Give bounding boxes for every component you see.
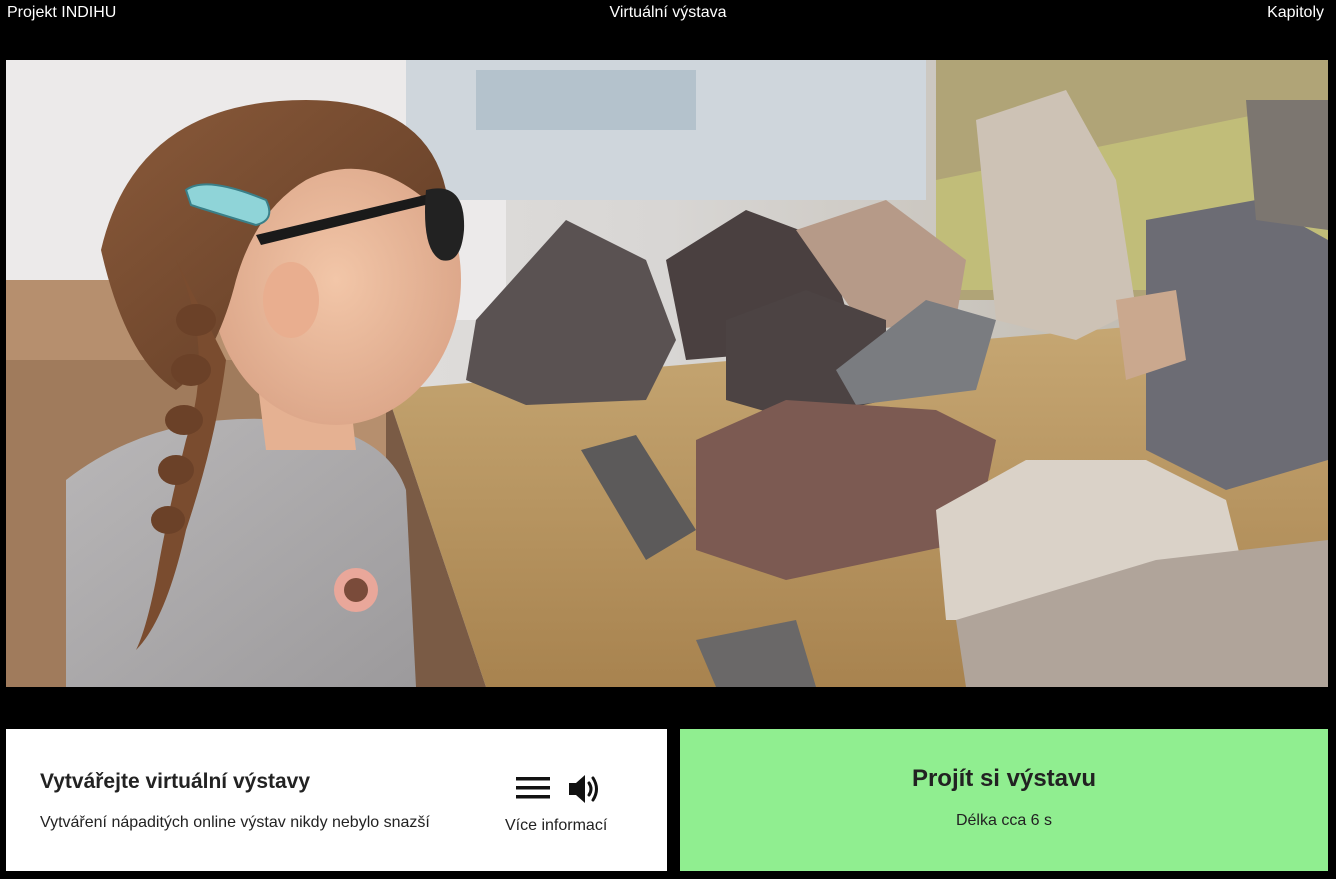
hero-photo (6, 60, 1328, 687)
exhibition-subtitle: Vytváření nápaditých online výstav nikdy… (40, 814, 430, 831)
start-exhibition-button[interactable]: Projít si výstavu Délka cca 6 s (680, 729, 1328, 871)
page-title-container: Virtuální výstava (0, 4, 1336, 22)
exhibition-duration: Délka cca 6 s (955, 812, 1053, 829)
chapters-link[interactable]: Kapitoly (1267, 4, 1324, 22)
speaker-icon[interactable] (567, 772, 603, 806)
exhibition-title: Vytvářejte virtuální výstavy (40, 770, 311, 793)
info-card: Vytvářejte virtuální výstavy Vytváření n… (6, 729, 667, 871)
menu-icon[interactable] (516, 776, 550, 800)
start-exhibition-label: Projít si výstavu (911, 765, 1097, 792)
more-info-link[interactable]: Více informací (505, 817, 607, 835)
page-title: Virtuální výstava (609, 4, 727, 21)
project-indihu-link[interactable]: Projekt INDIHU (7, 4, 116, 22)
hero-image (6, 60, 1328, 687)
top-bar: Projekt INDIHU Virtuální výstava Kapitol… (0, 0, 1336, 30)
